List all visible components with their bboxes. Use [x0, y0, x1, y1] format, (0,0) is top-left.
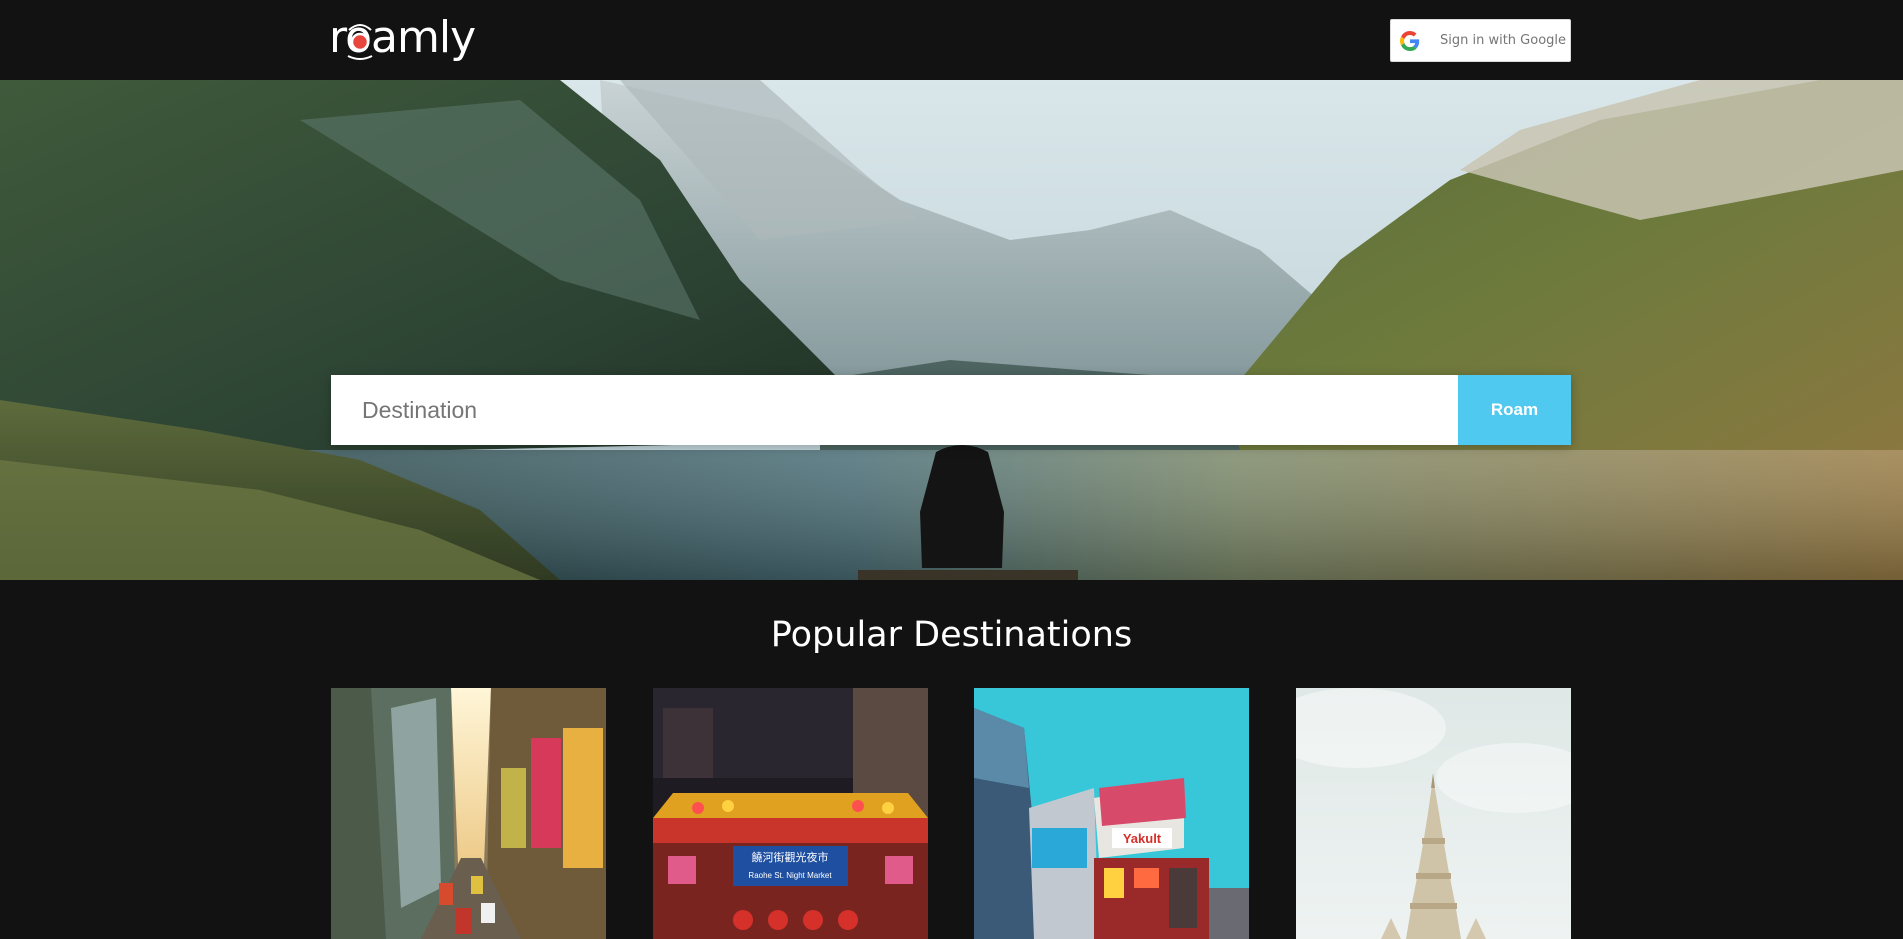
destination-card[interactable] [331, 688, 606, 939]
tokyo-billboards-photo: Yakult [974, 688, 1249, 939]
camera-pin-icon [347, 24, 373, 60]
google-signin-button[interactable]: Sign in with Google [1390, 19, 1571, 62]
hero-banner: Roam [0, 80, 1903, 580]
google-icon [1400, 30, 1420, 51]
market-sign-cn: 饒河街觀光夜市 [752, 850, 829, 864]
section-title: Popular Destinations [770, 615, 1133, 655]
top-nav: roamly Sign in with Google [0, 0, 1903, 80]
roam-button[interactable]: Roam [1458, 375, 1571, 445]
destination-card[interactable]: 饒河街觀光夜市 Raohe St. Night Market [653, 688, 928, 939]
temple-spire-photo [1296, 688, 1571, 939]
destination-input[interactable] [331, 375, 1458, 445]
market-sign-en: Raohe St. Night Market [748, 871, 832, 880]
night-market-gate-photo: 饒河街觀光夜市 Raohe St. Night Market [653, 688, 928, 939]
mountain-lake-photo [0, 80, 1903, 580]
signin-label: Sign in with Google [1440, 33, 1567, 48]
destination-search-bar: Roam [331, 375, 1571, 445]
destination-card[interactable]: Yakult [974, 688, 1249, 939]
hong-kong-street-photo [331, 688, 606, 939]
destination-card[interactable] [1296, 688, 1571, 939]
yakult-sign: Yakult [1123, 831, 1162, 846]
roamly-logo[interactable]: roamly [329, 8, 489, 68]
destination-cards: 饒河街觀光夜市 Raohe St. Night Market Yakult [331, 688, 1571, 939]
